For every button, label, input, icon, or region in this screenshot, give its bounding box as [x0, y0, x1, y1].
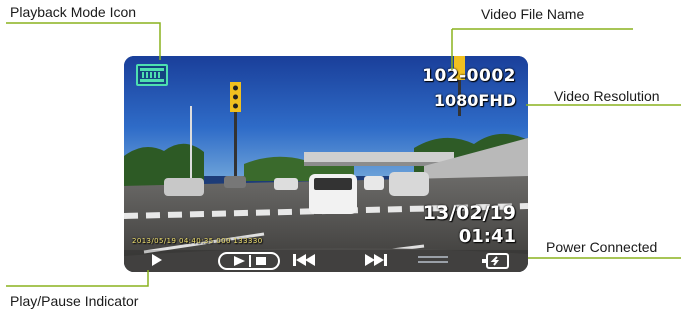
callout-power-connected: Power Connected — [546, 239, 658, 255]
recording-time: 01:41 — [458, 226, 516, 247]
callout-playback-mode-icon: Playback Mode Icon — [10, 4, 137, 20]
play-icon[interactable] — [150, 252, 164, 268]
power-plug-icon — [482, 253, 509, 269]
film-strip-icon — [136, 64, 168, 86]
callout-play-pause-indicator: Play/Pause Indicator — [10, 293, 139, 309]
dashcam-screen: 102-0002 1080FHD 13/02/19 01:41 2013/05/… — [124, 56, 528, 272]
playback-controls — [124, 250, 528, 272]
fast-forward-icon[interactable] — [364, 252, 388, 268]
video-resolution: 1080FHD — [433, 91, 516, 110]
callout-video-resolution: Video Resolution — [554, 88, 660, 104]
play-stop-icon[interactable] — [218, 252, 280, 270]
volume-bars-icon[interactable] — [416, 252, 450, 268]
recording-date: 13/02/19 — [422, 202, 516, 224]
timestamp-overlay: 2013/05/19 04:40:35 000 133330 — [132, 237, 263, 245]
callout-video-file-name: Video File Name — [481, 6, 585, 22]
video-file-name: 102-0002 — [422, 66, 516, 86]
dashcam-playback-diagram: Playback Mode Icon Video File Name Video… — [0, 0, 681, 313]
rewind-icon[interactable] — [292, 252, 316, 268]
